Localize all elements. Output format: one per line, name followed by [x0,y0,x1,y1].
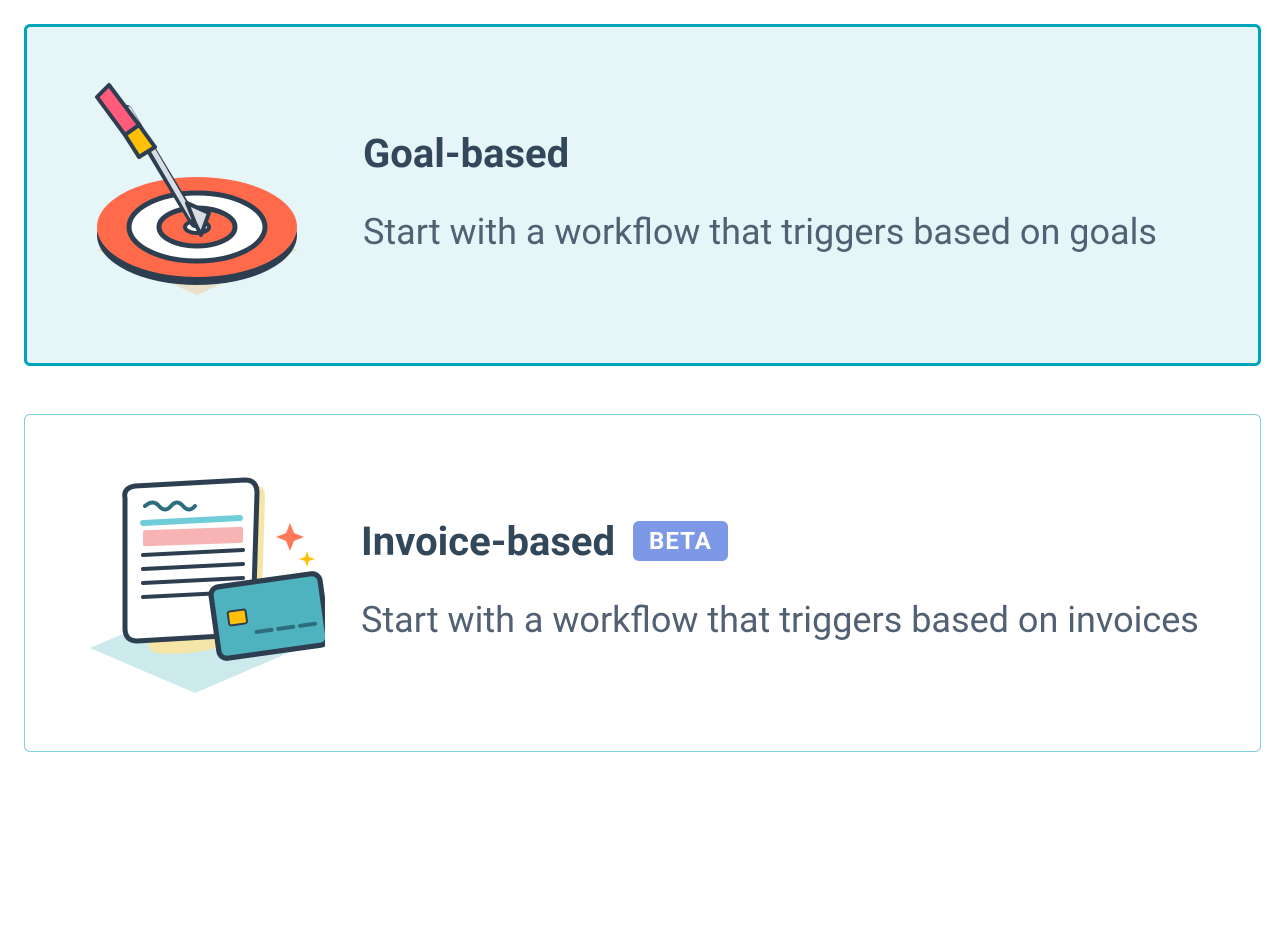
option-card-invoice[interactable]: Invoice-based BETA Start with a workflow… [24,414,1261,752]
beta-badge: BETA [633,521,728,561]
option-title: Invoice-based [361,518,615,565]
option-title: Goal-based [363,130,569,177]
option-description: Start with a workflow that triggers base… [361,593,1220,649]
option-card-goal[interactable]: Goal-based Start with a workflow that tr… [24,24,1261,366]
target-icon [67,75,327,315]
option-description: Start with a workflow that triggers base… [363,205,1218,261]
option-content: Goal-based Start with a workflow that tr… [363,130,1218,261]
invoice-icon [65,463,325,703]
option-content: Invoice-based BETA Start with a workflow… [361,518,1220,649]
